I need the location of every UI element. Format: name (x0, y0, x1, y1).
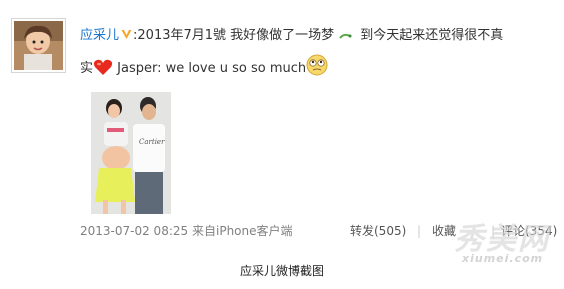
avatar-image (14, 21, 63, 70)
username-link[interactable]: 应采儿 (80, 28, 119, 43)
post-text-line-2: 实 Jasper: we love u so so much (80, 54, 560, 82)
post-text-part-3: 实 (80, 61, 94, 76)
repost-button[interactable]: 转发(505) (350, 224, 406, 238)
action-separator-2: | (491, 224, 496, 238)
rolling-eyes-emoji-icon (306, 54, 328, 82)
tongue-emoji-icon (338, 29, 352, 49)
svg-text:Cartier: Cartier (139, 138, 165, 146)
post-source[interactable]: 来自iPhone客户端 (192, 224, 293, 238)
favorite-button[interactable]: 收藏 (432, 224, 456, 238)
post-text-part-4: Jasper: we love u so so much (117, 61, 307, 76)
post-photo[interactable]: Cartier (91, 92, 171, 214)
vip-badge-icon[interactable] (121, 28, 132, 39)
comment-button[interactable]: 评论(354) (501, 224, 557, 238)
post-text-part-2: 到今天起来还觉得很不真 (360, 28, 504, 43)
avatar[interactable] (11, 18, 66, 73)
image-caption: 应采儿微博截图 (239, 264, 324, 278)
post-text-part-1: :2013年7月1號 我好像做了一场梦 (133, 28, 335, 43)
action-separator: | (417, 224, 422, 238)
post-text-line-1: 应采儿 :2013年7月1號 我好像做了一场梦 到今天起来还觉得很不真 (80, 27, 560, 49)
heart-emoji-icon (93, 58, 113, 82)
post-timestamp[interactable]: 2013-07-02 08:25 (80, 224, 188, 238)
